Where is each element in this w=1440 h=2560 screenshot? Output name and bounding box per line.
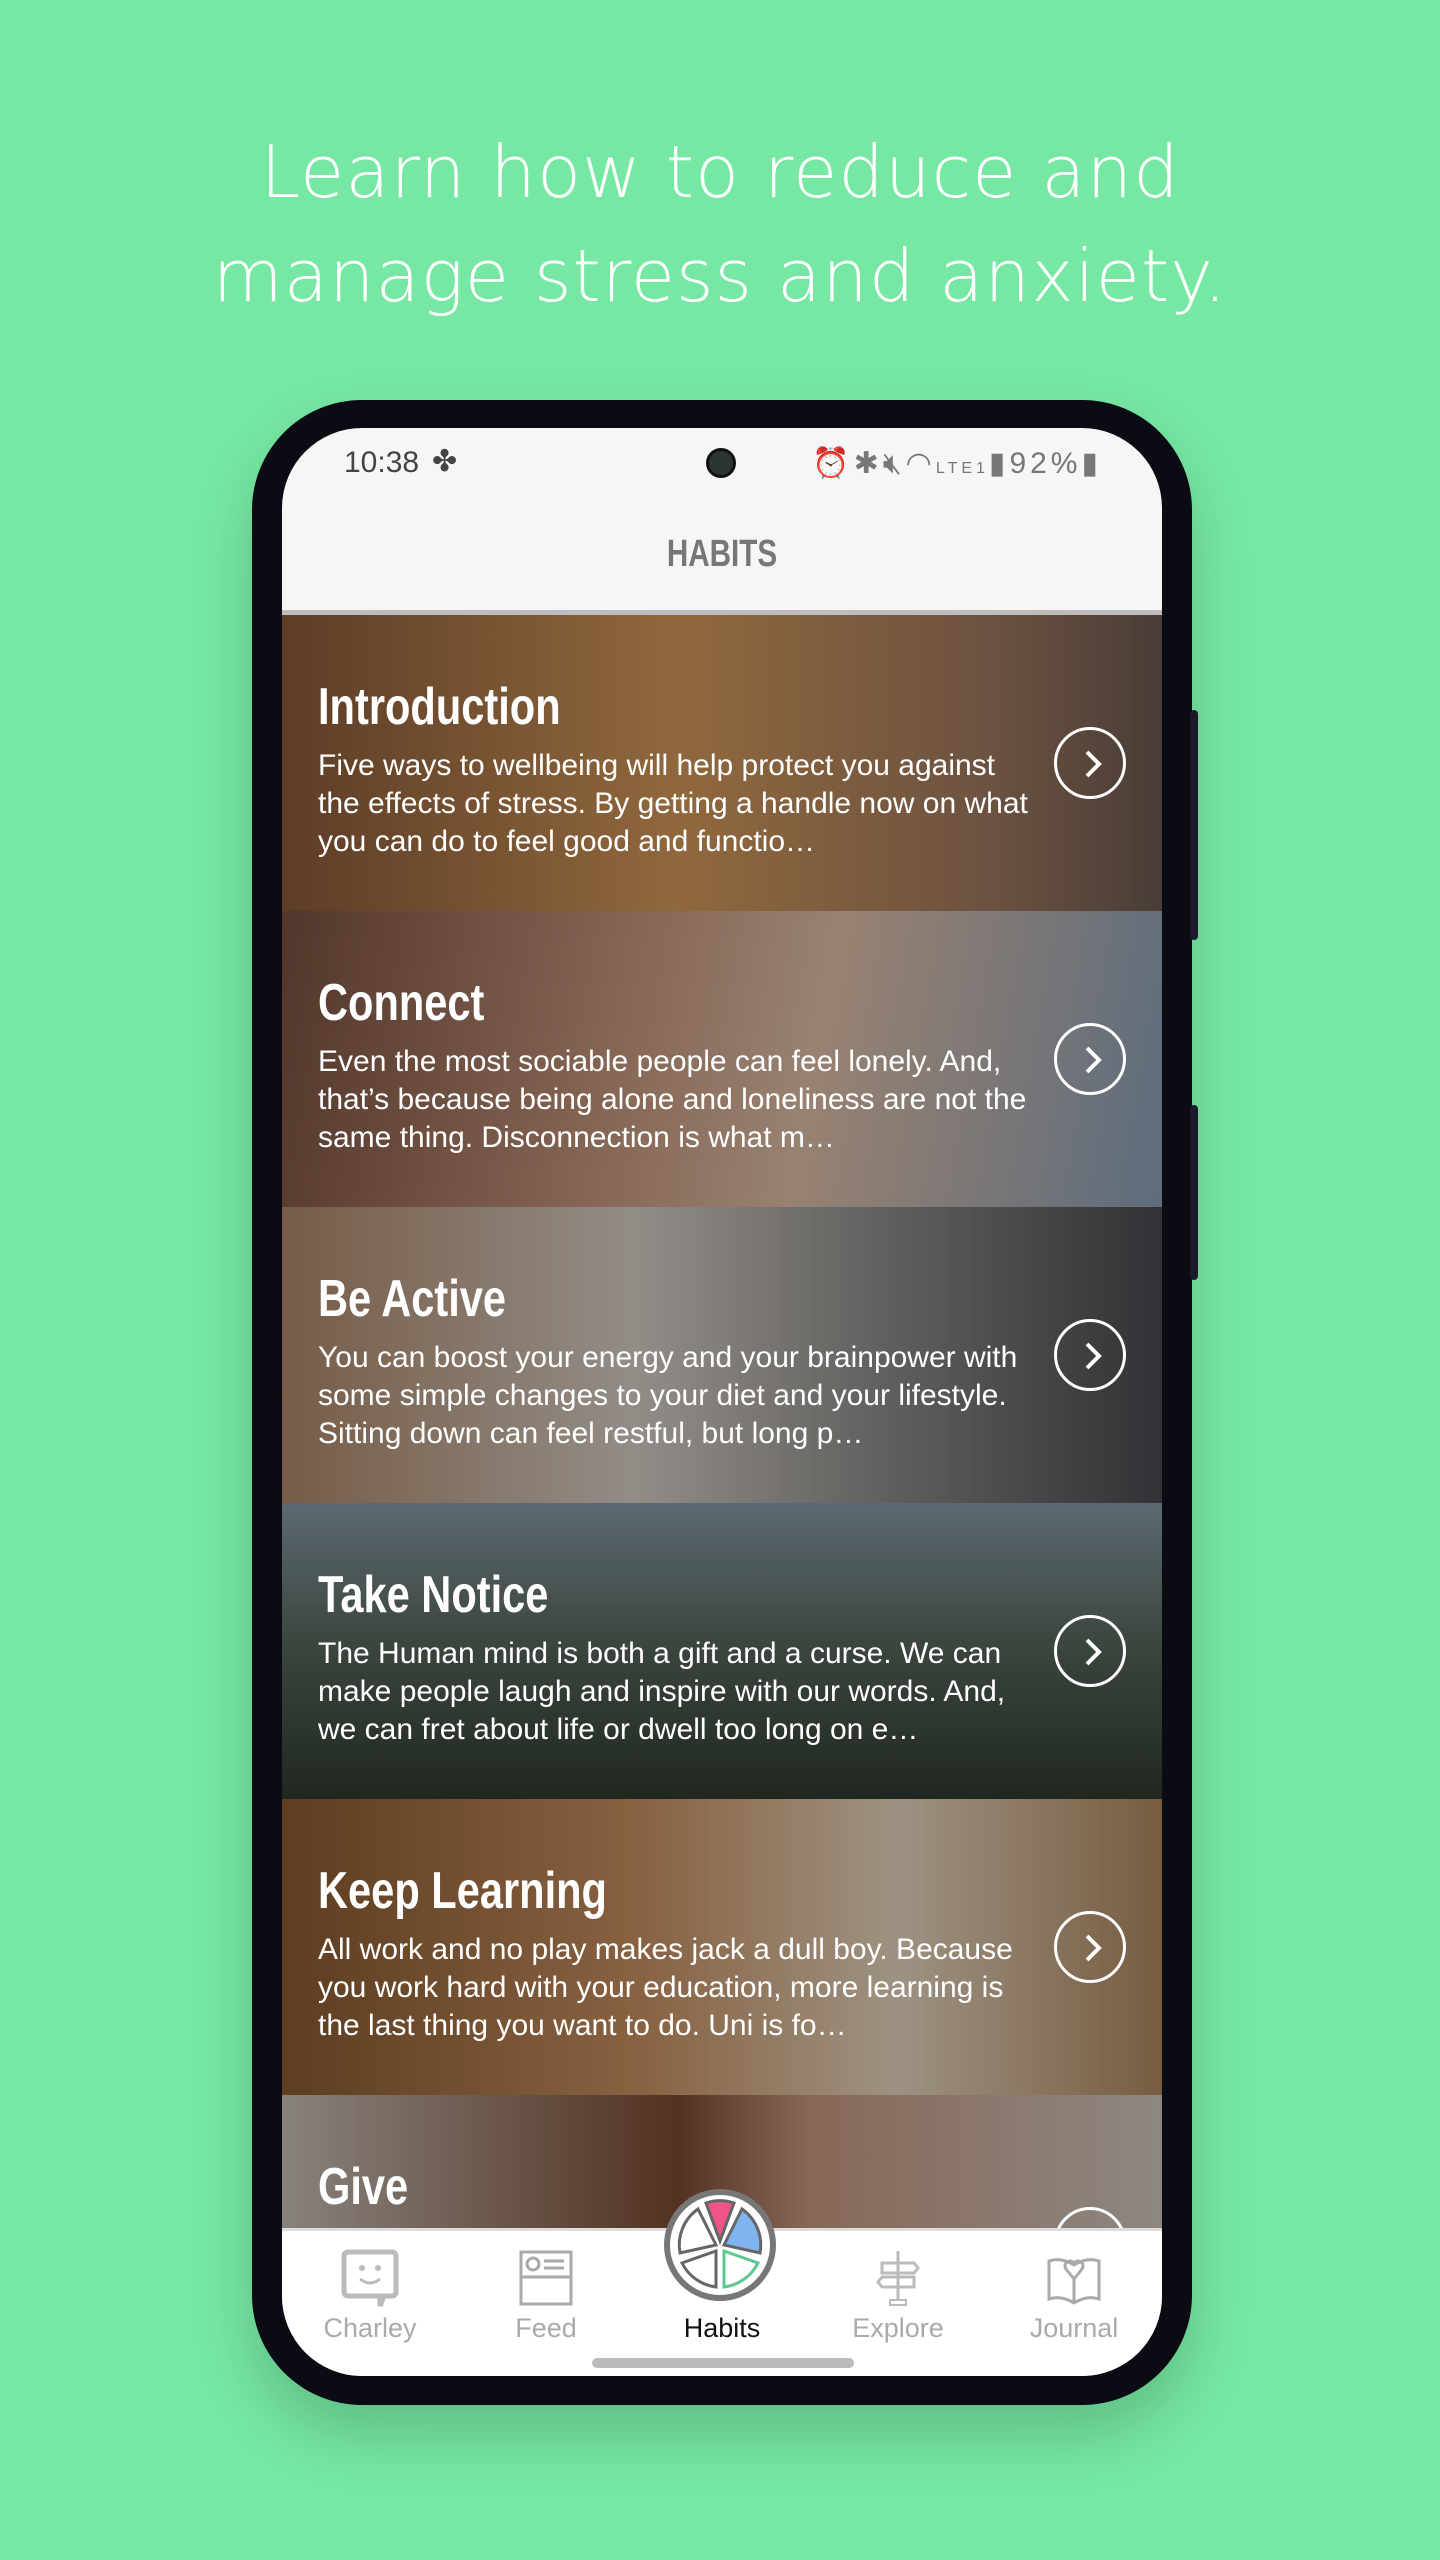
habits-list[interactable]: Introduction Five ways to wellbeing will… (282, 610, 1162, 2230)
nav-journal[interactable]: Journal (986, 2243, 1162, 2344)
card-title: Take Notice (318, 1566, 549, 1624)
camera-cutout (706, 448, 736, 478)
card-title: Introduction (318, 678, 561, 736)
status-bar: 10:38 ✤ ⏰✱🔇︎◠LTE1▮92%▮ (282, 428, 1162, 498)
nav-label: Explore (852, 2313, 944, 2343)
chevron-right-icon[interactable] (1054, 1319, 1126, 1391)
bluetooth-icon: ✱ (853, 447, 883, 480)
headline-line: manage stress and anxiety. (212, 234, 1228, 318)
chevron-right-icon[interactable] (1054, 1911, 1126, 1983)
alarm-icon: ⏰ (812, 447, 854, 480)
page-title: HABITS (666, 533, 778, 575)
newspaper-icon (458, 2243, 634, 2313)
side-button (1190, 1105, 1198, 1280)
chat-face-icon (282, 2243, 458, 2313)
heart-book-icon (986, 2243, 1162, 2313)
habit-card[interactable]: Connect Even the most sociable people ca… (282, 911, 1162, 1207)
card-title: Be Active (318, 1270, 507, 1328)
status-time: 10:38 (344, 446, 420, 479)
headline-line: Learn how to reduce and (260, 130, 1180, 214)
network-label: LTE1 (935, 460, 989, 477)
habits-wheel-icon[interactable] (664, 2189, 776, 2301)
card-description: You can boost your energy and your brain… (318, 1341, 1018, 1450)
home-indicator[interactable] (592, 2358, 854, 2368)
habit-card[interactable]: Keep Learning All work and no play makes… (282, 1799, 1162, 2095)
nav-explore[interactable]: Explore (810, 2243, 986, 2344)
signpost-icon (810, 2243, 986, 2313)
fan-icon: ✤ (432, 445, 458, 478)
chevron-right-icon[interactable] (1054, 1023, 1126, 1095)
nav-habits[interactable]: Habits (634, 2313, 810, 2344)
bottom-nav: Charley Feed Habits Explore Journal (282, 2189, 1162, 2376)
nav-label: Feed (515, 2313, 577, 2343)
signal-icon: ▮ (988, 447, 1010, 480)
app-screen: 10:38 ✤ ⏰✱🔇︎◠LTE1▮92%▮ HABITS Introducti… (282, 428, 1162, 2376)
nav-label: Charley (323, 2313, 417, 2343)
card-title: Connect (318, 974, 485, 1032)
habit-card[interactable]: Take Notice The Human mind is both a gif… (282, 1503, 1162, 1799)
battery-text: 92% (1009, 447, 1082, 480)
side-button (1190, 710, 1198, 940)
headline: Learn how to reduce and manage stress an… (0, 120, 1440, 328)
nav-feed[interactable]: Feed (458, 2243, 634, 2344)
nav-charley[interactable]: Charley (282, 2243, 458, 2344)
habit-card[interactable]: Introduction Five ways to wellbeing will… (282, 615, 1162, 911)
card-description: Five ways to wellbeing will help protect… (318, 749, 1028, 858)
nav-label: Habits (683, 2313, 761, 2343)
card-title: Keep Learning (318, 1862, 607, 1920)
chevron-right-icon[interactable] (1054, 1615, 1126, 1687)
habit-card[interactable]: Be Active You can boost your energy and … (282, 1207, 1162, 1503)
status-icons: ⏰✱🔇︎◠LTE1▮92%▮ (812, 446, 1102, 481)
wifi-icon: ◠ (905, 447, 936, 480)
nav-label: Journal (1029, 2313, 1119, 2343)
card-description: The Human mind is both a gift and a curs… (318, 1637, 1006, 1746)
mute-icon: 🔇︎ (882, 447, 906, 480)
battery-icon: ▮ (1081, 447, 1102, 480)
card-title: Give (318, 2158, 409, 2216)
card-description: Even the most sociable people can feel l… (318, 1045, 1027, 1154)
card-description: All work and no play makes jack a dull b… (318, 1933, 1013, 2042)
chevron-right-icon[interactable] (1054, 727, 1126, 799)
